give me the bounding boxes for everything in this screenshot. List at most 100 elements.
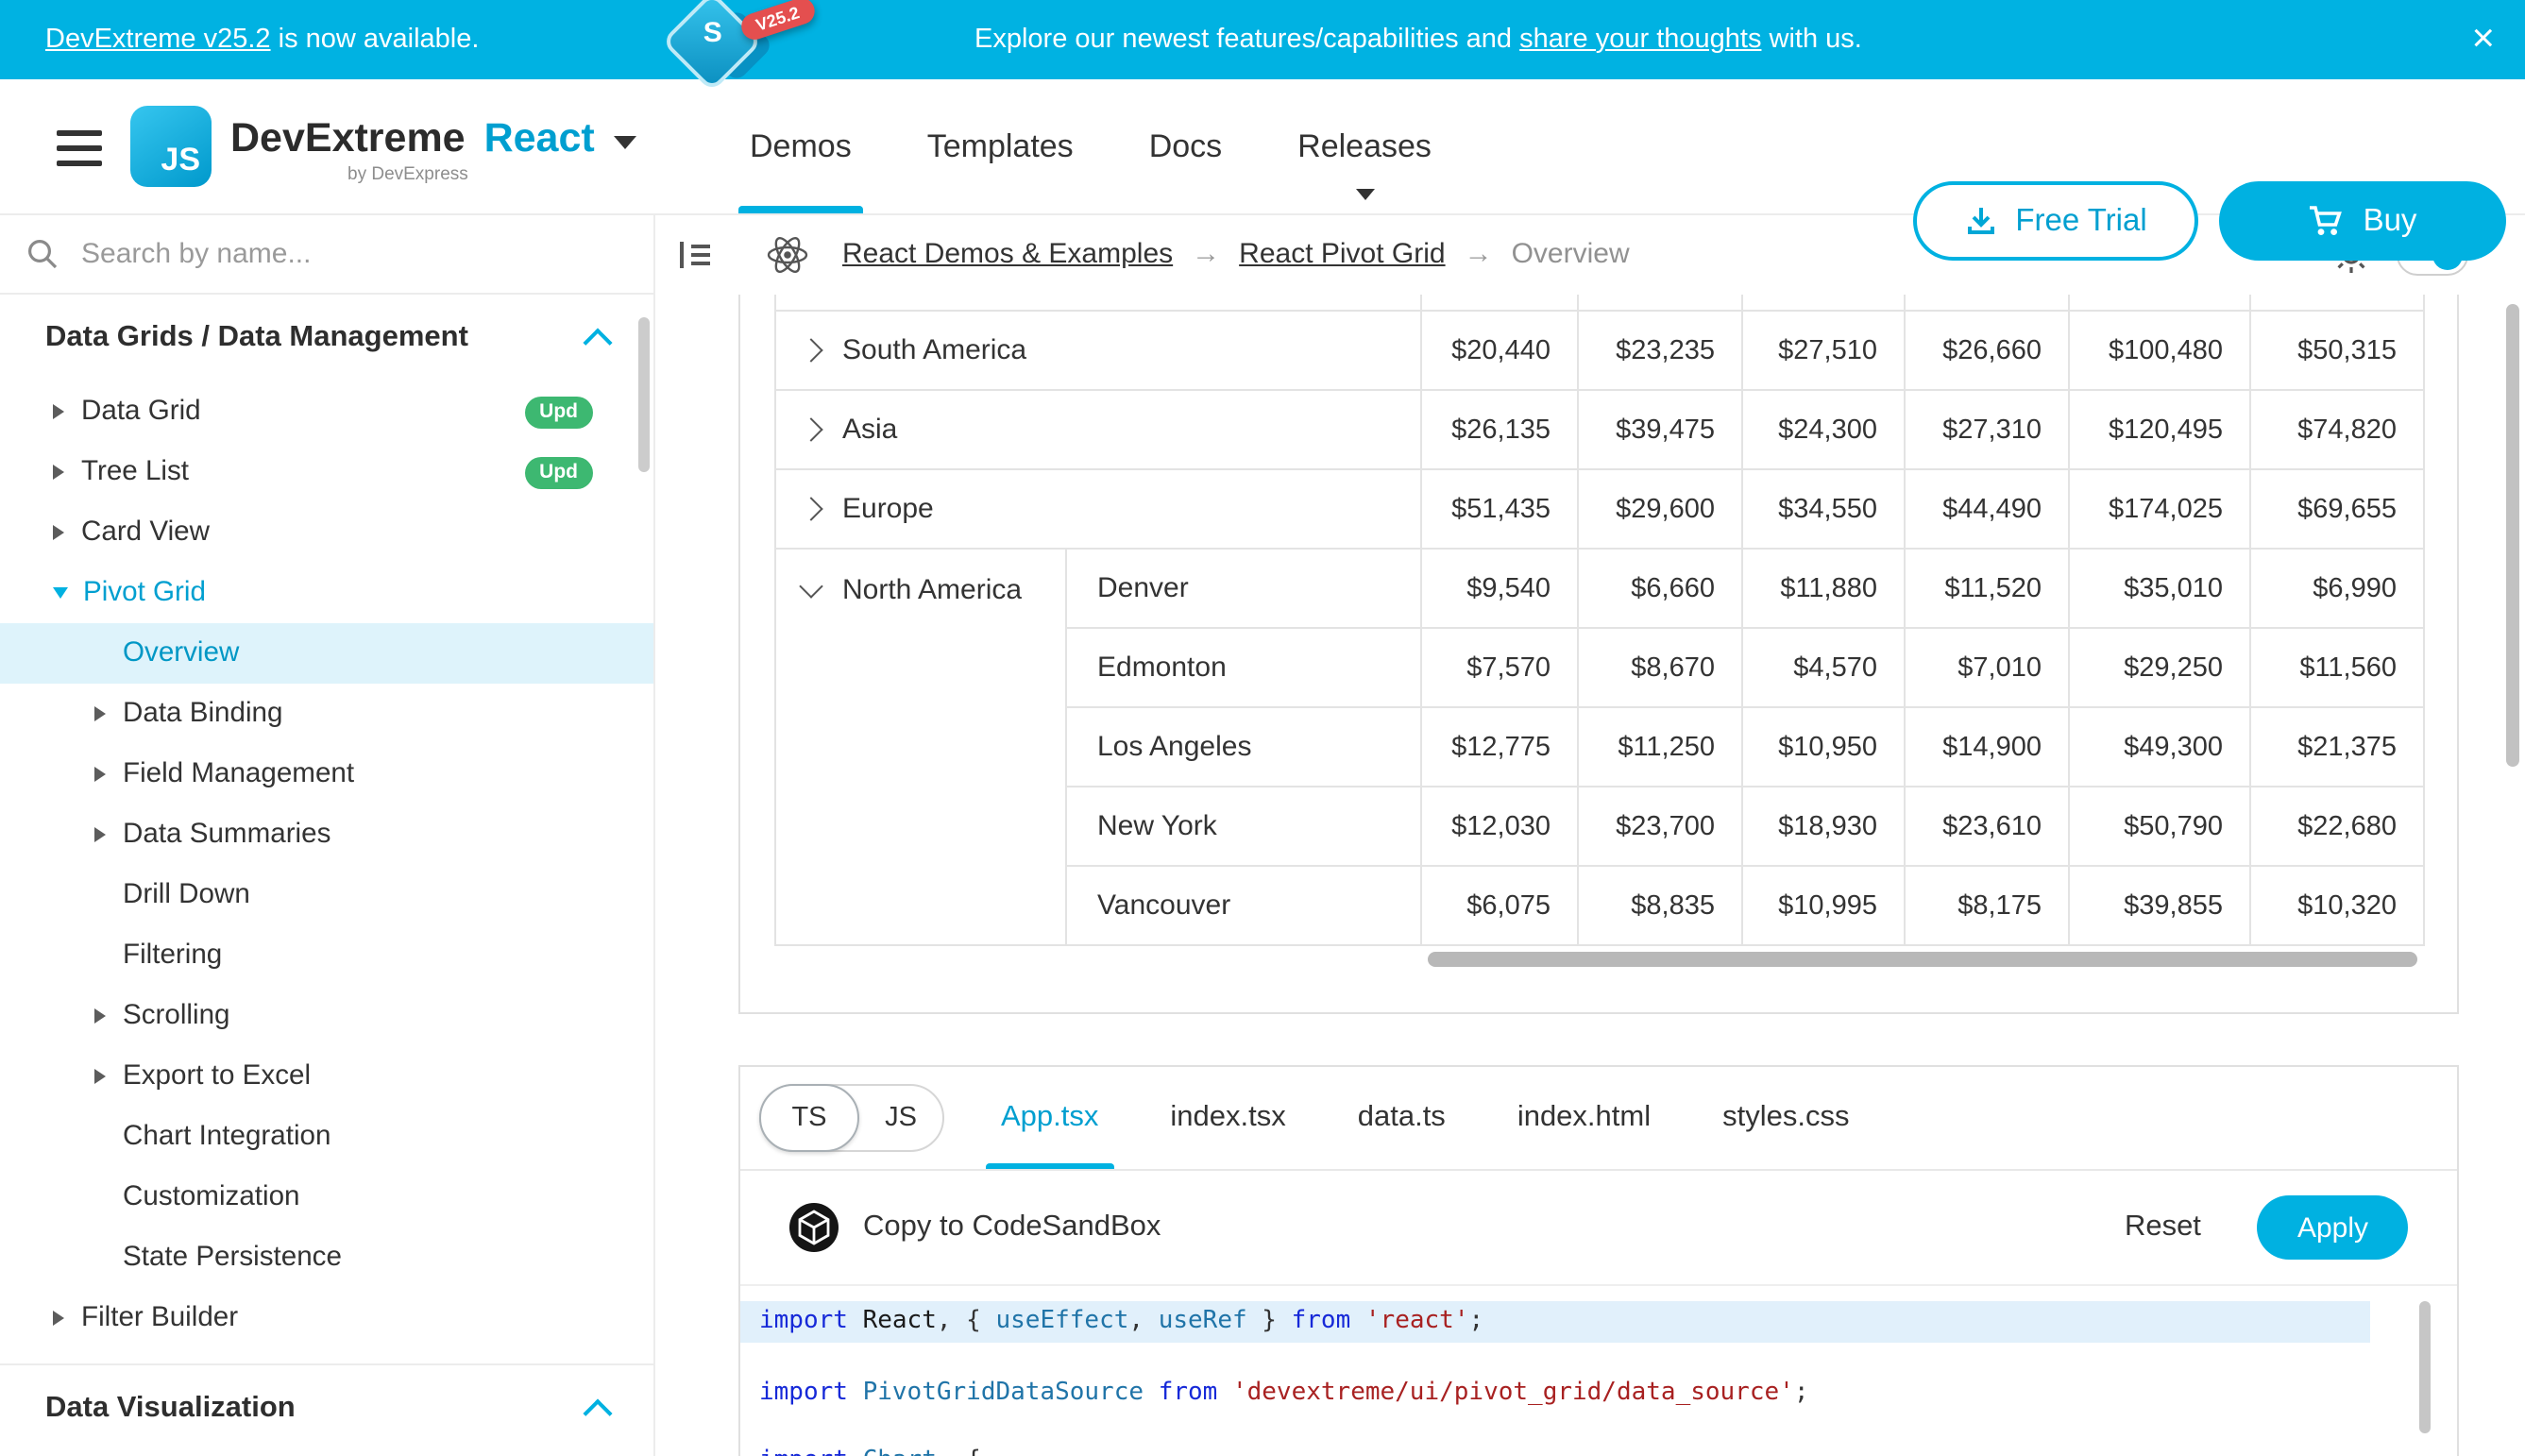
free-trial-label: Free Trial [2015, 203, 2146, 239]
tab-index-tsx[interactable]: index.tsx [1170, 1067, 1285, 1169]
pivot-horizontal-scrollbar[interactable] [1428, 952, 2417, 967]
copy-to-codesandbox-label[interactable]: Copy to CodeSandBox [863, 1211, 1161, 1244]
reset-button[interactable]: Reset [2125, 1211, 2201, 1244]
devextreme-logo[interactable]: JS [130, 106, 212, 187]
code-editor[interactable]: import React, { useEffect, useRef } from… [740, 1286, 2457, 1456]
chevron-up-icon [583, 1398, 612, 1428]
pivot-row-header-asia[interactable]: Asia [776, 391, 1422, 470]
promo-banner: DevExtreme v25.2 is now available. S V25… [0, 0, 2525, 79]
share-thoughts-link[interactable]: share your thoughts [1519, 25, 1761, 55]
sidebar-item-pivot-grid[interactable]: Pivot Grid [0, 563, 653, 623]
main-header: JS DevExtremeReact by DevExpress Demos T… [0, 79, 2525, 215]
expand-chevron-icon[interactable] [799, 417, 822, 441]
pivot-cell: $10,950 [1743, 708, 1906, 787]
pivot-cell: $21,375 [2251, 708, 2425, 787]
banner-message-pre: Explore our newest features/capabilities… [974, 25, 1519, 55]
expand-arrow-icon [94, 1008, 106, 1024]
pivot-clipped-cell [1743, 295, 1906, 312]
tab-app-tsx[interactable]: App.tsx [1001, 1067, 1098, 1169]
sidebar-item-tree-list[interactable]: Tree ListUpd [0, 442, 653, 502]
pivot-cell: $24,300 [1743, 391, 1906, 470]
tab-styles-css[interactable]: styles.css [1722, 1067, 1849, 1169]
nav-releases[interactable]: Releases [1297, 79, 1432, 213]
nav-demos[interactable]: Demos [750, 79, 852, 213]
close-icon[interactable]: × [2471, 0, 2495, 79]
tab-index-html[interactable]: index.html [1517, 1067, 1651, 1169]
breadcrumb-root-link[interactable]: React Demos & Examples [842, 238, 1173, 270]
codesandbox-icon[interactable] [789, 1203, 839, 1252]
item-label: Field Management [123, 759, 354, 789]
item-label: Drill Down [123, 880, 250, 910]
pivot-cell: $7,010 [1906, 629, 2070, 708]
sidebar-item-data-binding[interactable]: Data Binding [0, 684, 653, 744]
item-label: Filter Builder [81, 1303, 238, 1333]
pivot-row-header-europe[interactable]: Europe [776, 470, 1422, 550]
code-scrollbar[interactable] [2419, 1301, 2431, 1433]
sidebar-item-filter-builder[interactable]: Filter Builder [0, 1288, 653, 1348]
sidebar-item-card-view[interactable]: Card View [0, 502, 653, 563]
pivot-cell: $35,010 [2070, 550, 2251, 629]
sidebar-item-filtering[interactable]: Filtering [0, 925, 653, 986]
sidebar-item-field-management[interactable]: Field Management [0, 744, 653, 804]
item-label: Data Binding [123, 699, 282, 729]
main-nav: Demos Templates Docs Releases [750, 79, 1432, 213]
demo-list-toggle-icon[interactable] [676, 237, 714, 271]
item-label: Filtering [123, 940, 222, 971]
search-input[interactable] [77, 235, 627, 271]
section-label: Data Visualization [45, 1392, 296, 1426]
banner-explore-message: Explore our newest features/capabilities… [974, 0, 1862, 79]
language-toggle[interactable]: TS JS [759, 1084, 944, 1152]
sidebar-item-state-persistence[interactable]: State Persistence [0, 1227, 653, 1288]
buy-button[interactable]: Buy [2219, 181, 2506, 261]
sidebar-item-data-summaries[interactable]: Data Summaries [0, 804, 653, 865]
item-label: Data Grid [81, 397, 201, 427]
free-trial-button[interactable]: Free Trial [1913, 181, 2198, 261]
chevron-down-icon[interactable] [614, 137, 636, 150]
breadcrumb-section-link[interactable]: React Pivot Grid [1239, 238, 1445, 270]
collapse-chevron-icon[interactable] [799, 574, 822, 598]
sidebar-item-export-to-excel[interactable]: Export to Excel [0, 1046, 653, 1107]
language-ts[interactable]: TS [759, 1084, 859, 1152]
sidebar-item-scrolling[interactable]: Scrolling [0, 986, 653, 1046]
item-label: Export to Excel [123, 1061, 311, 1092]
sidebar-section-data-grids[interactable]: Data Grids / Data Management [0, 295, 653, 381]
sidebar-item-data-grid[interactable]: Data GridUpd [0, 381, 653, 442]
sidebar-item-chart-integration[interactable]: Chart Integration [0, 1107, 653, 1167]
expand-arrow-icon [53, 1311, 64, 1326]
pivot-row-header-south-america[interactable]: South America [776, 312, 1422, 391]
sidebar-scrollbar[interactable] [638, 317, 650, 472]
page-scrollbar[interactable] [2506, 304, 2519, 767]
pivot-row-header-north-america[interactable]: North America [776, 550, 1067, 946]
sidebar-section-data-visualization[interactable]: Data Visualization [0, 1363, 653, 1452]
row-label: North America [842, 574, 1022, 606]
sidebar-item-customization[interactable]: Customization [0, 1167, 653, 1227]
version-link[interactable]: DevExtreme v25.2 [45, 25, 271, 55]
expand-chevron-icon[interactable] [799, 497, 822, 520]
menu-icon[interactable] [57, 130, 102, 176]
pivot-cell: $6,660 [1579, 550, 1743, 629]
expand-chevron-icon[interactable] [799, 338, 822, 362]
pivot-cell: $14,900 [1906, 708, 2070, 787]
pivot-cell: $6,990 [2251, 550, 2425, 629]
pivot-cell: $27,310 [1906, 391, 2070, 470]
pivot-cell: $29,600 [1579, 470, 1743, 550]
pivot-cell: $51,435 [1422, 470, 1579, 550]
pivot-cell: $8,175 [1906, 867, 2070, 946]
framework-name[interactable]: React [484, 115, 595, 161]
nav-templates[interactable]: Templates [927, 79, 1074, 213]
language-js[interactable]: JS [859, 1086, 942, 1150]
nav-docs[interactable]: Docs [1149, 79, 1222, 213]
item-label: Chart Integration [123, 1122, 330, 1152]
tab-data-ts[interactable]: data.ts [1358, 1067, 1446, 1169]
pivot-cell: $26,660 [1906, 312, 2070, 391]
pivot-clipped-cell [1906, 295, 2070, 312]
sidebar-item-drill-down[interactable]: Drill Down [0, 865, 653, 925]
item-label: Tree List [81, 457, 189, 487]
react-icon [767, 233, 808, 275]
item-label: Overview [123, 638, 239, 669]
sidebar-item-overview[interactable]: Overview [0, 623, 653, 684]
brand-block[interactable]: DevExtremeReact by DevExpress [230, 115, 636, 162]
code-tabbar: TS JS App.tsx index.tsx data.ts index.ht… [740, 1067, 2457, 1171]
logo-text: JS [161, 142, 200, 179]
apply-button[interactable]: Apply [2258, 1195, 2408, 1260]
